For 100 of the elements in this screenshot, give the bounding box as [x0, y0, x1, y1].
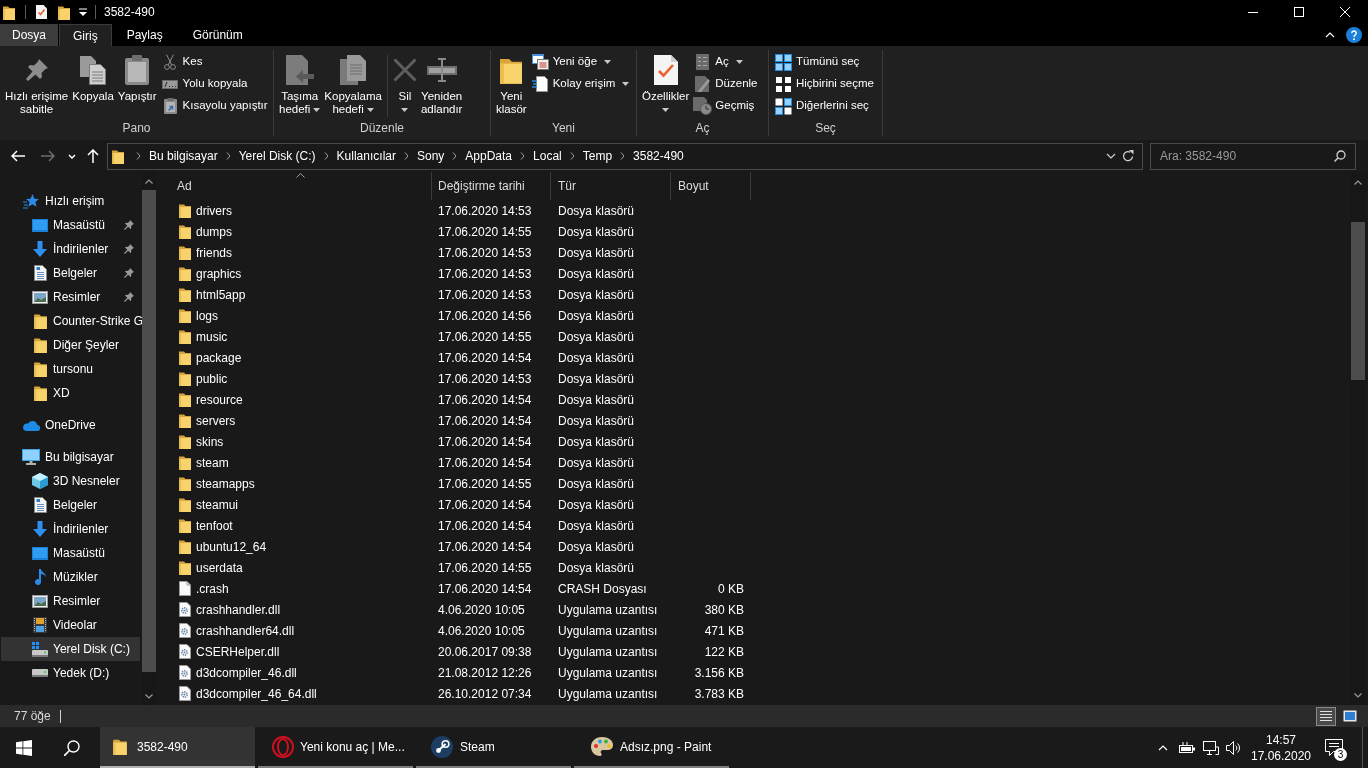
file-name[interactable]: ubuntu12_64 — [196, 537, 267, 556]
file-name[interactable]: skins — [196, 432, 224, 451]
chevron-right-icon[interactable] — [404, 152, 409, 160]
column-header[interactable]: Ad — [170, 172, 432, 200]
ribbon-button[interactable]: Kopyalama hedefi — [322, 50, 384, 116]
column-header[interactable]: Boyut — [671, 172, 751, 200]
chevron-right-icon[interactable] — [452, 152, 458, 160]
clock[interactable]: 14:57 17.06.2020 — [1245, 727, 1317, 768]
ribbon-tab[interactable]: Paylaş — [111, 24, 178, 46]
ribbon-button[interactable]: Yeni klasör — [494, 50, 529, 116]
file-name[interactable]: html5app — [196, 285, 246, 304]
file-name[interactable]: logs — [196, 306, 218, 325]
taskbar-button[interactable]: Adsız.png - Paint — [574, 727, 729, 768]
sidebar-item[interactable]: Belgeler — [1, 493, 140, 517]
ribbon-button[interactable]: Kopyala — [70, 50, 116, 103]
document-check-icon[interactable] — [36, 5, 47, 19]
file-name[interactable]: d3dcompiler_46.dll — [196, 663, 297, 682]
file-name[interactable]: drivers — [196, 201, 232, 220]
sidebar-item[interactable]: Masaüstü — [1, 541, 140, 565]
file-name[interactable]: crashhandler64.dll — [196, 621, 295, 640]
sidebar-item[interactable]: tursonu — [1, 357, 140, 381]
breadcrumb[interactable]: Bu bilgisayar — [146, 147, 221, 165]
taskbar-button[interactable]: 3582-490 — [100, 727, 255, 768]
sidebar-item[interactable]: İndirilenler — [1, 237, 140, 261]
ribbon-button[interactable]: Geçmiş — [693, 95, 759, 117]
ribbon-button[interactable]: Taşıma hedefi — [277, 50, 323, 116]
breadcrumb[interactable]: Local — [530, 147, 565, 165]
file-menu-tab[interactable]: Dosya — [0, 24, 58, 46]
ribbon-button[interactable]: Düzenle — [693, 73, 759, 95]
column-header[interactable]: Tür — [551, 172, 671, 200]
ribbon-button[interactable]: Yeni öğe — [530, 51, 631, 73]
sidebar-item[interactable]: Masaüstü — [1, 213, 140, 237]
ribbon-button[interactable]: Tümünü seç — [774, 51, 875, 73]
scroll-down-icon[interactable] — [1354, 692, 1362, 698]
scroll-down-icon[interactable] — [145, 694, 153, 699]
file-name[interactable]: d3dcompiler_46_64.dll — [196, 684, 317, 703]
file-name[interactable]: friends — [196, 243, 233, 262]
chevron-right-icon[interactable] — [225, 152, 231, 160]
sidebar-item[interactable]: Yedek (D:) — [1, 661, 140, 685]
sidebar-item[interactable]: OneDrive — [1, 413, 140, 437]
ribbon-button[interactable]: Aç — [693, 51, 759, 73]
sidebar-item[interactable]: Counter-Strike G — [1, 309, 140, 333]
breadcrumb[interactable]: Kullanıcılar — [333, 147, 399, 165]
sidebar-item[interactable]: XD — [1, 381, 140, 405]
file-name[interactable]: graphics — [196, 264, 242, 283]
ribbon-button[interactable]: Kolay erişim — [530, 73, 631, 95]
ribbon-button[interactable]: Yeniden adlandır — [418, 50, 465, 116]
ribbon-button[interactable]: Yapıştır — [115, 50, 159, 103]
ribbon-button[interactable]: Yolu kopyala — [160, 73, 269, 95]
ribbon-button[interactable]: Kes — [160, 51, 269, 73]
breadcrumb[interactable]: Yerel Disk (C:) — [235, 147, 319, 165]
ribbon-button[interactable]: Hiçbirini seçme — [774, 73, 875, 95]
search-field[interactable]: Ara: 3582-490 — [1150, 142, 1356, 170]
ribbon-tab[interactable]: Görünüm — [177, 24, 258, 46]
sidebar-item[interactable]: Hızlı erişim — [1, 189, 140, 213]
breadcrumb[interactable]: AppData — [462, 147, 516, 165]
file-name[interactable]: music — [196, 327, 228, 346]
folder-icon[interactable] — [58, 4, 70, 20]
scrollbar-thumb[interactable] — [1351, 222, 1365, 380]
view-button[interactable] — [1316, 706, 1336, 726]
ribbon-button[interactable]: Hızlı erişime sabitle — [3, 50, 71, 116]
sidebar-item[interactable]: Bu bilgisayar — [1, 445, 140, 469]
file-name[interactable]: CSERHelper.dll — [196, 642, 280, 661]
refresh-icon[interactable] — [1122, 150, 1134, 162]
sidebar-item[interactable]: Müzikler — [1, 565, 140, 589]
chevron-right-icon[interactable] — [520, 152, 526, 160]
breadcrumb[interactable]: Temp — [579, 147, 616, 165]
sidebar-item[interactable]: Yerel Disk (C:) — [1, 637, 140, 661]
file-name[interactable]: steamui — [196, 495, 239, 514]
sidebar-item[interactable]: İndirilenler — [1, 517, 140, 541]
chevron-down-icon[interactable] — [1106, 153, 1116, 159]
customize-caret-icon[interactable] — [79, 8, 87, 16]
help-icon[interactable] — [1346, 27, 1362, 43]
taskbar-button[interactable]: Yeni konu aç | Me... — [258, 727, 413, 768]
file-name[interactable]: resource — [196, 390, 243, 409]
file-name[interactable]: tenfoot — [196, 516, 233, 535]
file-name[interactable]: userdata — [196, 558, 243, 577]
file-name[interactable]: dumps — [196, 222, 233, 241]
ribbon-button[interactable]: Özellikler — [640, 50, 692, 112]
file-name[interactable]: servers — [196, 411, 236, 430]
address-bar[interactable]: Bu bilgisayar Yerel Disk (C:) Kullanıcılar Sony AppData Local Temp 3582-490 — [107, 142, 1143, 170]
file-name[interactable]: public — [196, 369, 228, 388]
chevron-right-icon[interactable] — [569, 152, 575, 160]
chevron-right-icon[interactable] — [323, 152, 329, 160]
file-name[interactable]: package — [196, 348, 242, 367]
ribbon-button[interactable]: Sil — [390, 50, 419, 112]
sidebar-item[interactable]: Resimler — [1, 285, 140, 309]
scroll-up-icon[interactable] — [145, 178, 153, 184]
file-name[interactable]: steamapps — [196, 474, 255, 493]
taskbar-button[interactable]: Steam — [416, 727, 571, 768]
file-name[interactable]: .crash — [196, 579, 229, 598]
column-header[interactable]: Değiştirme tarihi — [432, 172, 551, 200]
sidebar-item[interactable]: 3D Nesneler — [1, 469, 140, 493]
sidebar-item[interactable]: Videolar — [1, 613, 140, 637]
file-name[interactable]: steam — [196, 453, 229, 472]
sidebar-item[interactable]: Diğer Şeyler — [1, 333, 140, 357]
scroll-up-icon[interactable] — [1354, 179, 1362, 185]
ribbon-button[interactable]: Diğerlerini seç — [774, 95, 875, 117]
ribbon-tab[interactable]: Giriş — [59, 24, 112, 46]
sidebar-item[interactable]: Resimler — [1, 589, 140, 613]
